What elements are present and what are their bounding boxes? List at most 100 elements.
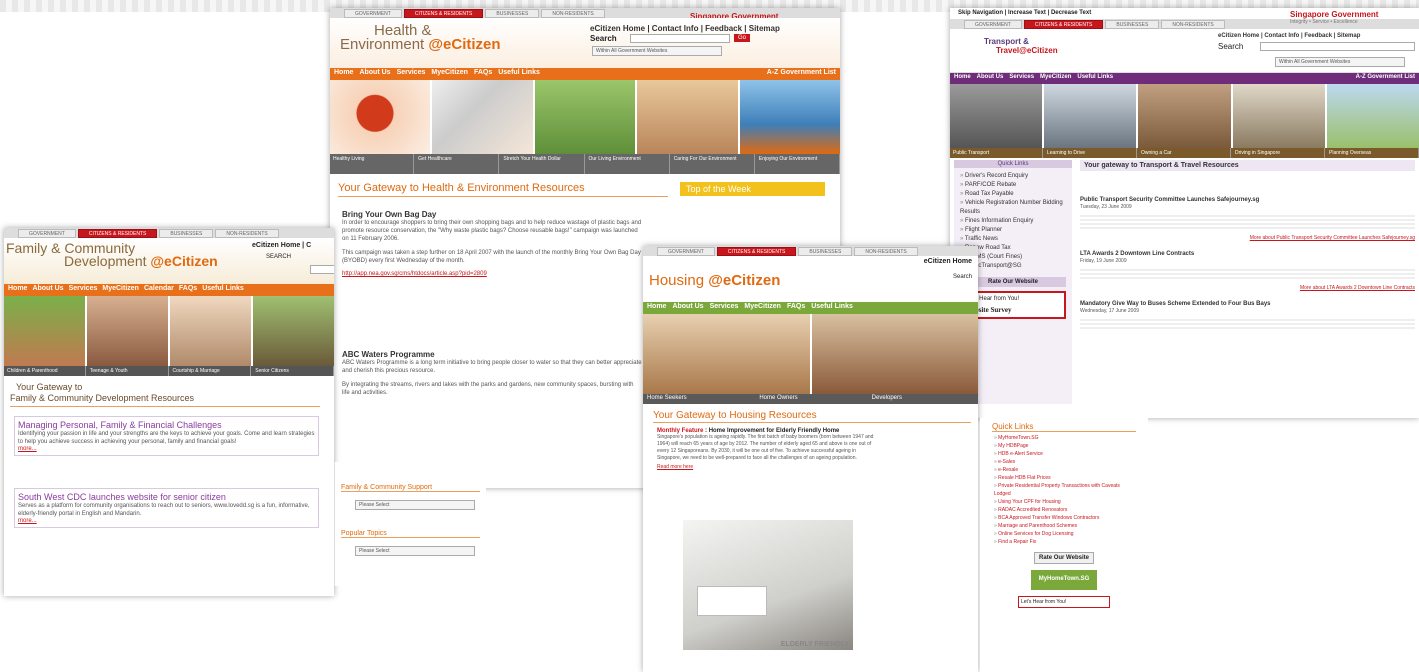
search-input[interactable] <box>1260 42 1415 51</box>
tab-businesses[interactable]: Businesses <box>798 247 853 256</box>
caption-caring-environment[interactable]: Caring For Our Environment <box>671 154 755 174</box>
sg-government-logo[interactable]: Singapore Government Integrity • Service… <box>1290 10 1378 25</box>
top-links[interactable]: eCitizen Home | C <box>252 242 311 249</box>
box1-title[interactable]: Managing Personal, Family & Financial Ch… <box>18 420 315 430</box>
tab-non-residents[interactable]: Non-Residents <box>1161 20 1225 29</box>
menu-about[interactable]: About Us <box>672 303 703 310</box>
menu-home[interactable]: Home <box>334 69 353 76</box>
caption-planning-overseas[interactable]: Planning Overseas <box>1326 148 1419 158</box>
caption-get-healthcare[interactable]: Get Healthcare <box>415 154 500 174</box>
quick-link[interactable]: e-Resale <box>994 466 1134 474</box>
tab-non-residents[interactable]: Non-Residents <box>854 247 918 256</box>
menu-home[interactable]: Home <box>647 303 666 310</box>
menu-faqs[interactable]: FAQs <box>787 303 805 310</box>
feedback-box[interactable]: Let's Hear from You! <box>1018 596 1110 608</box>
quick-link[interactable]: My HDBPage <box>994 442 1134 450</box>
menu-home[interactable]: Home <box>954 74 971 80</box>
tab-businesses[interactable]: Businesses <box>485 9 540 18</box>
search-input[interactable] <box>310 265 334 274</box>
menu-myecitizen[interactable]: MyeCitizen <box>431 69 468 76</box>
box1-more-link[interactable]: more... <box>18 446 315 452</box>
tab-citizens[interactable]: Citizens & Residents <box>403 9 484 18</box>
myhometown-banner[interactable]: MyHomeTown.SG <box>1031 570 1097 590</box>
menu-useful-links[interactable]: Useful Links <box>498 69 540 76</box>
quick-link[interactable]: Marriage and Parenthood Schemes <box>994 522 1134 530</box>
caption-teenage[interactable]: Teenage & Youth <box>87 366 169 376</box>
caption-learning-drive[interactable]: Learning to Drive <box>1044 148 1137 158</box>
article2-title[interactable]: ABC Waters Programme <box>342 350 642 359</box>
search-scope-select[interactable]: Within All Government Websites <box>592 46 722 56</box>
quick-link[interactable]: Find a Repair Fix <box>994 538 1134 546</box>
top-links[interactable]: eCitizen Home | Contact Info | Feedback … <box>590 24 780 33</box>
quick-link[interactable]: PARF/COE Rebate <box>960 181 1066 190</box>
quick-link[interactable]: BCA Approved Transfer Windows Contractor… <box>994 514 1134 522</box>
menu-useful-links[interactable]: Useful Links <box>1077 74 1113 80</box>
tab-citizens[interactable]: Citizens & Residents <box>1023 20 1104 29</box>
menu-myecitizen[interactable]: MyeCitizen <box>744 303 781 310</box>
bar-developers[interactable]: Developers <box>868 394 978 404</box>
quick-link[interactable]: Fines Information Enquiry <box>960 217 1066 226</box>
news2-more-link[interactable]: More about LTA Awards 2 Downtown Line Co… <box>1080 285 1415 291</box>
tab-government[interactable]: Government <box>344 9 402 18</box>
top-links[interactable]: eCitizen Home | Contact Info | Feedback … <box>1218 33 1360 39</box>
caption-public-transport[interactable]: Public Transport <box>950 148 1043 158</box>
box2-title[interactable]: South West CDC launches website for seni… <box>18 492 315 502</box>
quick-link[interactable]: HDB e-Alert Service <box>994 450 1134 458</box>
quick-link[interactable]: Online Services for Dog Licensing <box>994 530 1134 538</box>
caption-enjoying-environment[interactable]: Enjoying Our Environment <box>756 154 840 174</box>
quick-link[interactable]: Resale HDB Flat Prices <box>994 474 1134 482</box>
menu-about[interactable]: About Us <box>32 285 63 292</box>
tab-businesses[interactable]: Businesses <box>1105 20 1160 29</box>
menu-calendar[interactable]: Calendar <box>144 285 174 292</box>
caption-courtship[interactable]: Courtship & Marriage <box>170 366 252 376</box>
caption-driving-sg[interactable]: Driving in Singapore <box>1232 148 1325 158</box>
menu-services[interactable]: Services <box>1009 74 1034 80</box>
tab-businesses[interactable]: Businesses <box>159 229 214 238</box>
tab-non-residents[interactable]: Non-Residents <box>215 229 279 238</box>
quick-link[interactable]: Private Residential Property Transaction… <box>994 482 1134 498</box>
menu-az-list[interactable]: A-Z Government List <box>1356 74 1415 80</box>
menu-useful-links[interactable]: Useful Links <box>811 303 853 310</box>
menu-about[interactable]: About Us <box>977 74 1004 80</box>
search-scope-select[interactable]: Within All Government Websites <box>1275 57 1405 67</box>
box2-more-link[interactable]: more... <box>18 518 315 524</box>
menu-services[interactable]: Services <box>397 69 426 76</box>
caption-children[interactable]: Children & Parenthood <box>4 366 86 376</box>
menu-services[interactable]: Services <box>710 303 739 310</box>
bar-home-owners[interactable]: Home Owners <box>755 394 865 404</box>
read-more-link[interactable]: Read more here <box>657 464 877 470</box>
quick-link[interactable]: Driver's Record Enquiry <box>960 172 1066 181</box>
quick-link[interactable]: Traffic News <box>960 235 1066 244</box>
menu-myecitizen[interactable]: MyeCitizen <box>102 285 139 292</box>
search-go-button[interactable]: Go <box>734 34 751 42</box>
tab-government[interactable]: Government <box>964 20 1022 29</box>
menu-az-list[interactable]: A-Z Government List <box>767 69 836 76</box>
quick-link[interactable]: e-Sales <box>994 458 1134 466</box>
caption-stretch-dollar[interactable]: Stretch Your Health Dollar <box>500 154 585 174</box>
rate-website-button[interactable]: Rate Our Website <box>1034 552 1094 564</box>
caption-owning-car[interactable]: Owning a Car <box>1138 148 1231 158</box>
tab-citizens[interactable]: Citizens & Residents <box>77 229 158 238</box>
popular-select[interactable]: Please Select <box>355 546 475 556</box>
support-select[interactable]: Please Select <box>355 500 475 510</box>
top-links[interactable]: eCitizen Home <box>924 258 972 265</box>
tab-government[interactable]: Government <box>18 229 76 238</box>
menu-about[interactable]: About Us <box>359 69 390 76</box>
menu-faqs[interactable]: FAQs <box>179 285 197 292</box>
tab-government[interactable]: Government <box>657 247 715 256</box>
menu-myecitizen[interactable]: MyeCitizen <box>1040 74 1071 80</box>
tab-citizens[interactable]: Citizens & Residents <box>716 247 797 256</box>
menu-useful-links[interactable]: Useful Links <box>202 285 244 292</box>
bar-home-seekers[interactable]: Home Seekers <box>643 394 753 404</box>
news1-more-link[interactable]: More about Public Transport Security Com… <box>1080 235 1415 241</box>
quick-link[interactable]: Flight Planner <box>960 226 1066 235</box>
quick-link[interactable]: MyHomeTown.SG <box>994 434 1134 442</box>
menu-faqs[interactable]: FAQs <box>474 69 492 76</box>
quick-link[interactable]: Vehicle Registration Number Bidding Resu… <box>960 199 1066 217</box>
caption-seniors[interactable]: Senior Citizens <box>252 366 334 376</box>
article1-link[interactable]: http://app.nea.gov.sg/cms/htdocs/article… <box>342 271 642 277</box>
caption-living-environment[interactable]: Our Living Environment <box>586 154 670 174</box>
search-input[interactable] <box>630 34 730 43</box>
tab-non-residents[interactable]: Non-Residents <box>541 9 605 18</box>
menu-services[interactable]: Services <box>69 285 98 292</box>
